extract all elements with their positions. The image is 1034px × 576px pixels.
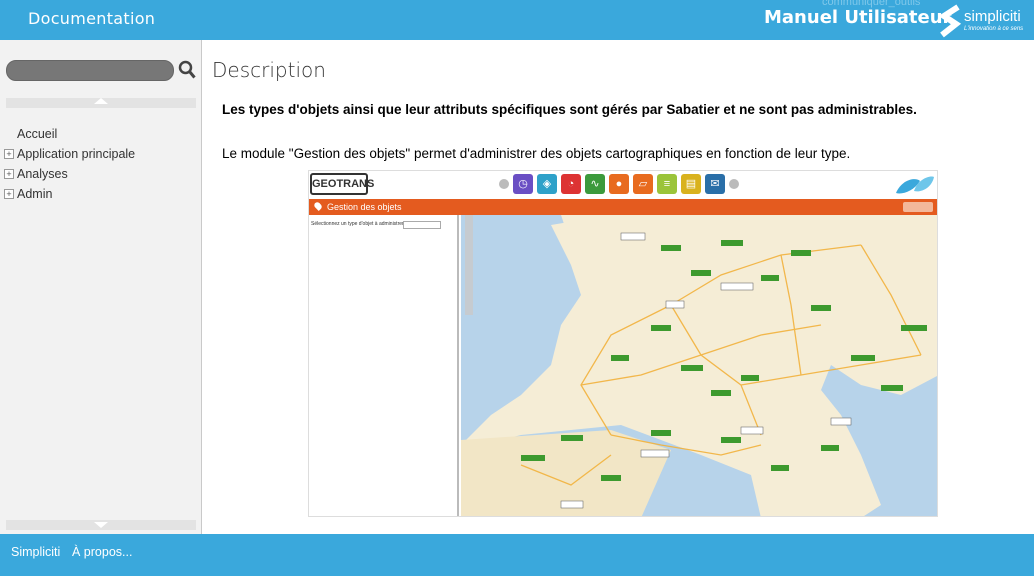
search-input[interactable]: [6, 60, 174, 81]
nav-item-label: Application principale: [17, 147, 136, 161]
expand-icon[interactable]: +: [4, 149, 14, 159]
document-icon: ▤: [681, 174, 701, 194]
panel-header: Gestion des objets: [309, 199, 937, 215]
map-pin-icon: ●: [609, 174, 629, 194]
map-view: [461, 215, 937, 516]
brand-name: simpliciti: [964, 8, 1021, 25]
nav-item-label: Analyses: [17, 167, 68, 181]
sidebar: Accueil + Application principale + Analy…: [0, 40, 202, 534]
simpliciti-logo[interactable]: simpliciti L'innovation à ce sens: [938, 4, 1030, 38]
nav-tree: Accueil + Application principale + Analy…: [4, 124, 135, 204]
intro-paragraph: Le module "Gestion des objets" permet d'…: [222, 146, 851, 161]
mail-icon: ✉: [705, 174, 725, 194]
simpliciti-s-icon: [938, 4, 962, 38]
toolbar-next-icon: [729, 179, 739, 189]
nav-item-analyses[interactable]: + Analyses: [4, 164, 135, 184]
nav-item-label: Admin: [17, 187, 53, 201]
object-type-select: [403, 221, 441, 229]
screenshot-toolbar: ◷ ◈ ◔ ∿ ● ▱ ≡ ▤ ✉: [499, 173, 739, 195]
top-bar: Documentation communiquer_outils Manuel …: [0, 0, 1034, 40]
object-type-panel: Sélectionnez un type d'objet à administr…: [309, 215, 459, 516]
scroll-down-button[interactable]: [6, 520, 196, 530]
intro-bold-paragraph: Les types d'objets ainsi que leur attrib…: [222, 102, 917, 117]
geotrans-logo: GEOTRANS: [310, 173, 374, 195]
nav-item-admin[interactable]: + Admin: [4, 184, 135, 204]
page-title: Description: [212, 58, 326, 82]
panel-title: Gestion des objets: [327, 202, 402, 212]
list-icon: ≡: [657, 174, 677, 194]
panel-tools-icon: [903, 202, 933, 212]
object-type-label: Sélectionnez un type d'objet à administr…: [311, 221, 404, 227]
map-canvas: [461, 215, 937, 516]
alarm-icon: ◔: [561, 174, 581, 194]
manual-title: Manuel Utilisateur: [764, 7, 952, 28]
zone-icon: ▱: [633, 174, 653, 194]
drop-icon: ◈: [537, 174, 557, 194]
arrow-down-icon: [94, 522, 108, 528]
arrow-up-icon: [94, 98, 108, 104]
main-content: Description Les types d'objets ainsi que…: [203, 40, 1034, 534]
clock-icon: ◷: [513, 174, 533, 194]
scroll-up-button[interactable]: [6, 98, 196, 108]
nav-item-accueil[interactable]: Accueil: [4, 124, 135, 144]
footer-bar: Simpliciti À propos...: [0, 534, 1034, 576]
leaves-logo-icon: [896, 176, 934, 194]
expand-icon[interactable]: +: [4, 169, 14, 179]
route-icon: ∿: [585, 174, 605, 194]
nav-item-label: Accueil: [17, 127, 58, 141]
map-pin-icon: [313, 201, 323, 211]
toolbar-prev-icon: [499, 179, 509, 189]
module-screenshot: GEOTRANS ◷ ◈ ◔ ∿ ● ▱ ≡ ▤ ✉ Gestion des o…: [308, 170, 938, 517]
search-icon[interactable]: [178, 60, 196, 80]
expand-icon[interactable]: +: [4, 189, 14, 199]
brand-tagline: L'innovation à ce sens: [964, 26, 1024, 32]
footer-link-about[interactable]: À propos...: [72, 545, 132, 559]
nav-item-application-principale[interactable]: + Application principale: [4, 144, 135, 164]
section-title: Documentation: [28, 9, 156, 28]
footer-link-simpliciti[interactable]: Simpliciti: [11, 545, 60, 559]
